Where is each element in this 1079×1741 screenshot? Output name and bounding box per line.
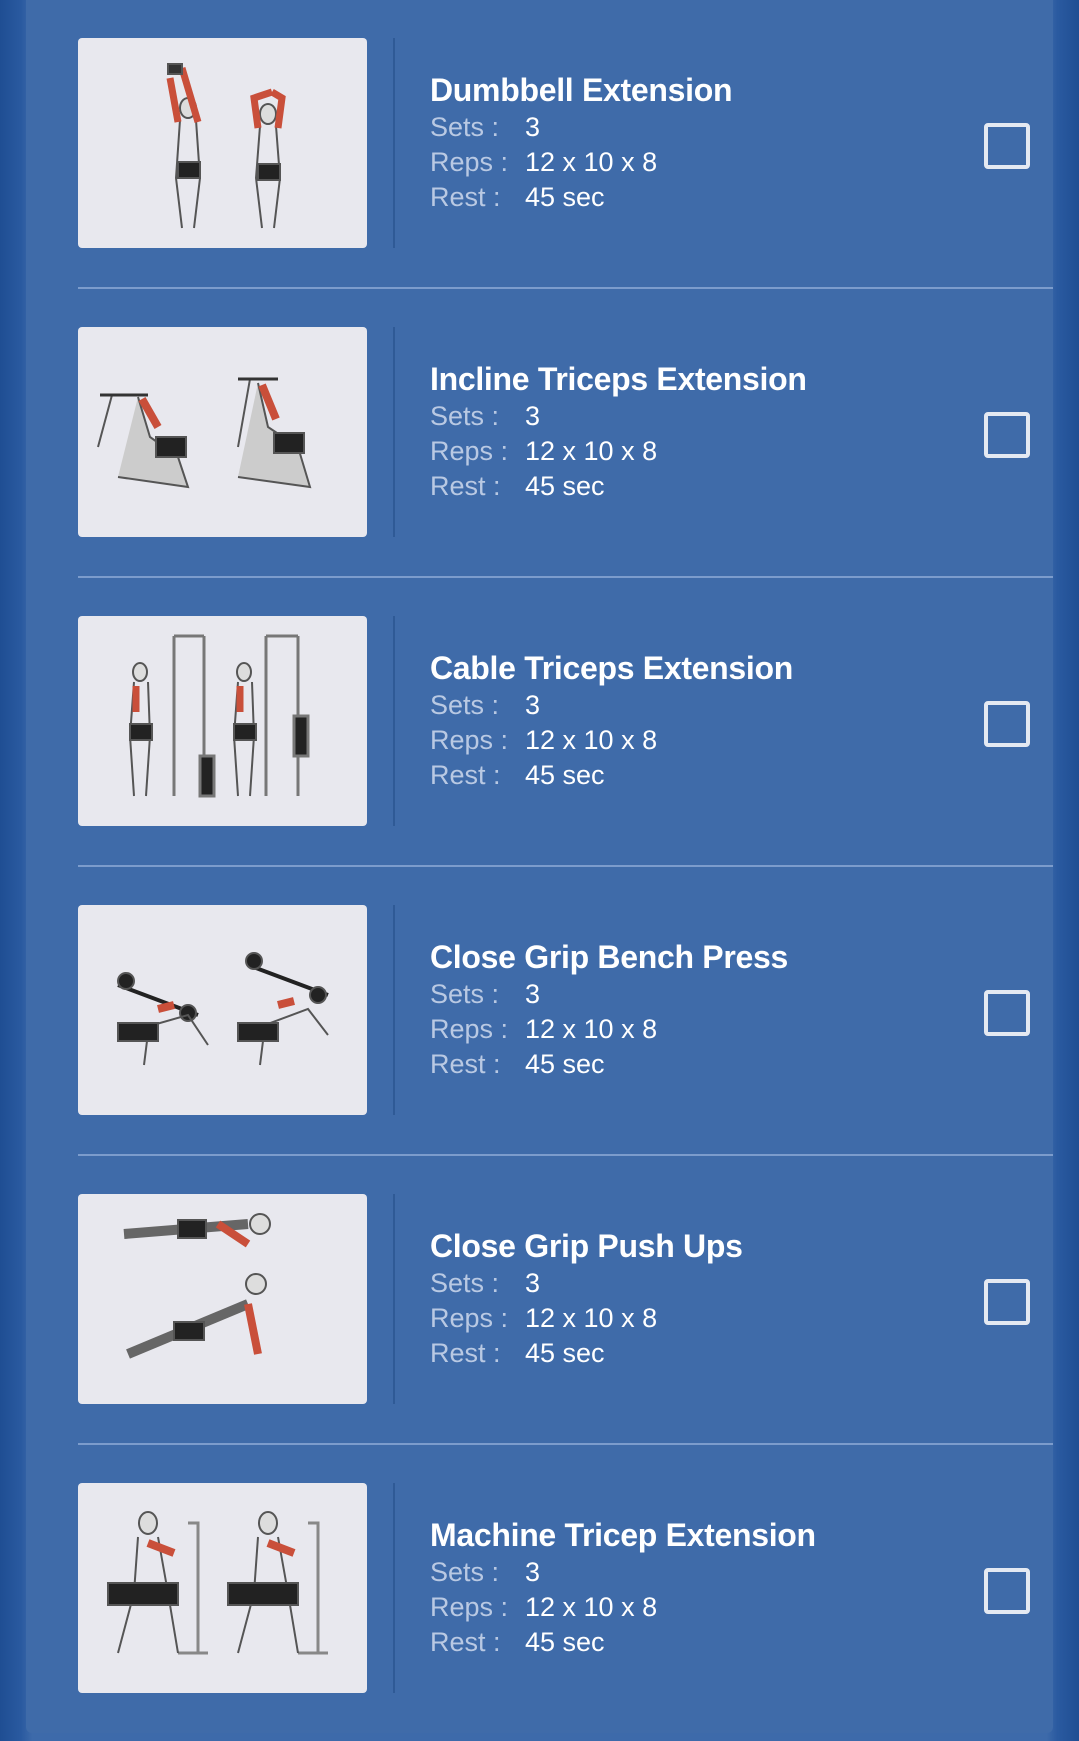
item-separator [393, 905, 395, 1115]
cable-triceps-extension-illustration [78, 616, 367, 826]
sets-row: Sets : 3 [430, 399, 807, 434]
sets-value: 3 [525, 112, 541, 142]
sets-row: Sets : 3 [430, 110, 732, 145]
sets-row: Sets : 3 [430, 1266, 743, 1301]
rest-row: Rest : 45 sec [430, 1336, 743, 1371]
reps-value: 12 x 10 x 8 [525, 436, 658, 466]
rest-label: Rest : [430, 1627, 501, 1657]
exercise-name: Cable Triceps Extension [430, 650, 794, 686]
sets-value: 3 [525, 401, 541, 431]
close-grip-push-ups-illustration [78, 1194, 367, 1404]
exercise-name: Dumbbell Extension [430, 72, 733, 108]
exercise-name: Close Grip Push Ups [430, 1228, 743, 1264]
reps-row: Reps : 12 x 10 x 8 [430, 1301, 743, 1336]
reps-row: Reps : 12 x 10 x 8 [430, 434, 807, 469]
reps-value: 12 x 10 x 8 [525, 147, 658, 177]
sets-row: Sets : 3 [430, 688, 793, 723]
rest-label: Rest : [430, 1049, 501, 1079]
complete-checkbox[interactable] [984, 412, 1030, 458]
rest-label: Rest : [430, 471, 501, 501]
rest-row: Rest : 45 sec [430, 1625, 816, 1660]
complete-checkbox[interactable] [984, 701, 1030, 747]
reps-row: Reps : 12 x 10 x 8 [430, 1012, 788, 1047]
reps-label: Reps : [430, 1014, 509, 1044]
exercise-info: Close Grip Push Ups Sets : 3 Reps : 12 x 1… [430, 1226, 743, 1371]
sets-label: Sets : [430, 1268, 500, 1298]
item-separator [393, 38, 395, 248]
exercise-name: Machine Tricep Extension [430, 1517, 816, 1553]
exercise-name: Incline Triceps Extension [430, 361, 807, 397]
exercise-item[interactable]: Incline Triceps Extension Sets : 3 Reps :… [52, 289, 1053, 578]
exercise-item[interactable]: Close Grip Push Ups Sets : 3 Reps : 12 x 1… [52, 1156, 1053, 1445]
exercise-info: Incline Triceps Extension Sets : 3 Reps :… [430, 359, 807, 504]
reps-row: Reps : 12 x 10 x 8 [430, 145, 732, 180]
reps-value: 12 x 10 x 8 [525, 1014, 658, 1044]
sets-row: Sets : 3 [430, 1555, 816, 1590]
exercise-info: Machine Tricep Extension Sets : 3 Reps : 1… [430, 1515, 816, 1660]
sets-value: 3 [525, 690, 541, 720]
rest-label: Rest : [430, 760, 501, 790]
reps-label: Reps : [430, 147, 509, 177]
reps-label: Reps : [430, 725, 509, 755]
exercise-name: Close Grip Bench Press [430, 939, 788, 975]
rest-value: 45 sec [525, 760, 605, 790]
item-separator [393, 327, 395, 537]
rest-row: Rest : 45 sec [430, 180, 732, 215]
item-separator [393, 1194, 395, 1404]
exercise-info: Cable Triceps Extension Sets : 3 Reps : 12… [430, 648, 793, 793]
exercise-list-panel: Dumbbell Extension Sets : 3 Reps : 12 x 10… [26, 0, 1053, 1733]
rest-value: 45 sec [525, 1338, 605, 1368]
item-separator [393, 616, 395, 826]
sets-value: 3 [525, 979, 541, 1009]
machine-tricep-extension-illustration [78, 1483, 367, 1693]
rest-value: 45 sec [525, 1049, 605, 1079]
exercise-item[interactable]: Cable Triceps Extension Sets : 3 Reps : 12… [52, 578, 1053, 867]
exercise-item[interactable]: Close Grip Bench Press Sets : 3 Reps : 12 … [52, 867, 1053, 1156]
complete-checkbox[interactable] [984, 990, 1030, 1036]
rest-value: 45 sec [525, 182, 605, 212]
complete-checkbox[interactable] [984, 123, 1030, 169]
reps-row: Reps : 12 x 10 x 8 [430, 723, 793, 758]
complete-checkbox[interactable] [984, 1568, 1030, 1614]
sets-label: Sets : [430, 112, 500, 142]
exercise-info: Close Grip Bench Press Sets : 3 Reps : 12 … [430, 937, 788, 1082]
rest-row: Rest : 45 sec [430, 758, 793, 793]
close-grip-bench-press-illustration [78, 905, 367, 1115]
exercise-item[interactable]: Dumbbell Extension Sets : 3 Reps : 12 x 10… [52, 0, 1053, 289]
item-separator [393, 1483, 395, 1693]
reps-value: 12 x 10 x 8 [525, 1303, 658, 1333]
sets-label: Sets : [430, 401, 500, 431]
rest-row: Rest : 45 sec [430, 469, 807, 504]
sets-label: Sets : [430, 690, 500, 720]
rest-row: Rest : 45 sec [430, 1047, 788, 1082]
sets-value: 3 [525, 1557, 541, 1587]
dumbbell-extension-illustration [78, 38, 367, 248]
complete-checkbox[interactable] [984, 1279, 1030, 1325]
reps-value: 12 x 10 x 8 [525, 1592, 658, 1622]
rest-label: Rest : [430, 1338, 501, 1368]
exercise-info: Dumbbell Extension Sets : 3 Reps : 12 x 10… [430, 70, 733, 215]
rest-label: Rest : [430, 182, 501, 212]
reps-label: Reps : [430, 1303, 509, 1333]
incline-triceps-extension-illustration [78, 327, 367, 537]
reps-label: Reps : [430, 1592, 509, 1622]
reps-value: 12 x 10 x 8 [525, 725, 658, 755]
rest-value: 45 sec [525, 471, 605, 501]
sets-row: Sets : 3 [430, 977, 788, 1012]
sets-label: Sets : [430, 1557, 500, 1587]
sets-label: Sets : [430, 979, 500, 1009]
reps-label: Reps : [430, 436, 509, 466]
rest-value: 45 sec [525, 1627, 605, 1657]
exercise-item[interactable]: Machine Tricep Extension Sets : 3 Reps : 1… [52, 1445, 1053, 1734]
sets-value: 3 [525, 1268, 541, 1298]
reps-row: Reps : 12 x 10 x 8 [430, 1590, 816, 1625]
